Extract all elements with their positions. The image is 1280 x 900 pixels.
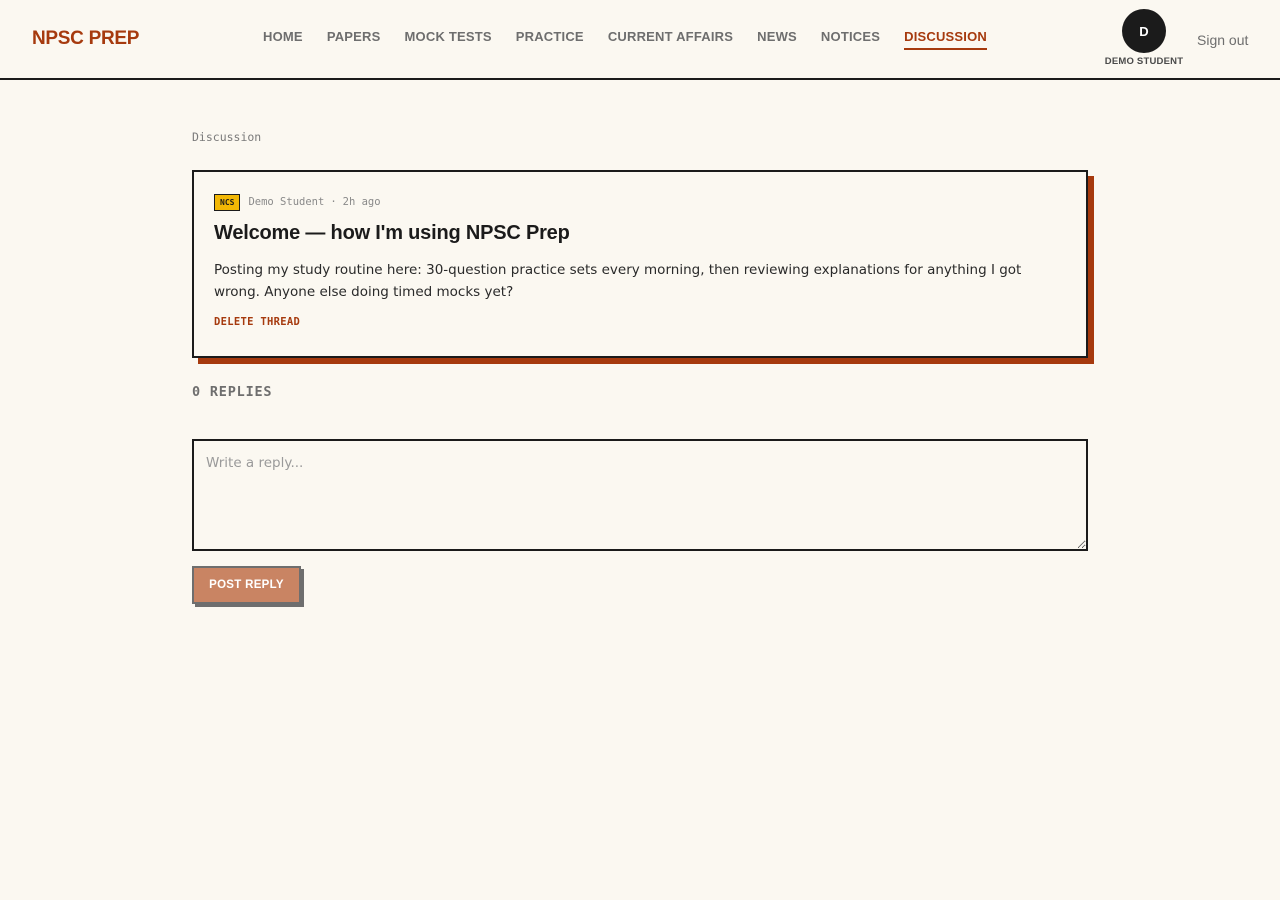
nav-item-discussion[interactable]: DISCUSSION bbox=[904, 29, 988, 50]
breadcrumb: Discussion bbox=[192, 130, 262, 144]
replies-count: 0 REPLIES bbox=[192, 384, 273, 400]
thread-author: Demo Student bbox=[248, 196, 325, 208]
post-reply-button[interactable]: POST REPLY bbox=[192, 566, 301, 604]
reply-input[interactable] bbox=[192, 439, 1088, 551]
thread-card: NCS Demo Student · 2h ago Welcome — how I'… bbox=[192, 170, 1088, 358]
thread-title: Welcome — how I'm using NPSC Prep bbox=[214, 222, 570, 244]
nav-item-current-affairs[interactable]: CURRENT AFFAIRS bbox=[608, 29, 733, 50]
user-menu[interactable]: D DEMO STUDENT bbox=[1100, 9, 1188, 67]
sign-out-link[interactable]: Sign out bbox=[1197, 32, 1248, 48]
main-nav: HOME PAPERS MOCK TESTS PRACTICE CURRENT … bbox=[263, 29, 1011, 50]
brand-logo[interactable]: NPSC PREP bbox=[32, 28, 139, 50]
nav-item-practice[interactable]: PRACTICE bbox=[516, 29, 584, 50]
category-badge: NCS bbox=[214, 193, 241, 211]
site-header: NPSC PREP HOME PAPERS MOCK TESTS PRACTIC… bbox=[0, 0, 1280, 80]
user-name: DEMO STUDENT bbox=[1104, 56, 1184, 67]
thread-meta: NCS Demo Student · 2h ago bbox=[214, 192, 1066, 212]
thread-body: Posting my study routine here: 30-questi… bbox=[214, 262, 1022, 300]
nav-item-home[interactable]: HOME bbox=[263, 29, 303, 50]
nav-item-news[interactable]: NEWS bbox=[757, 29, 797, 50]
avatar[interactable]: D bbox=[1122, 9, 1166, 53]
meta-separator: · bbox=[330, 196, 337, 208]
nav-item-notices[interactable]: NOTICES bbox=[821, 29, 880, 50]
nav-item-mock-tests[interactable]: MOCK TESTS bbox=[405, 29, 492, 50]
delete-thread-button[interactable]: DELETE THREAD bbox=[214, 316, 300, 328]
thread-meta-text: Demo Student · 2h ago bbox=[248, 196, 380, 208]
thread-time: 2h ago bbox=[342, 196, 381, 208]
nav-item-papers[interactable]: PAPERS bbox=[327, 29, 381, 50]
